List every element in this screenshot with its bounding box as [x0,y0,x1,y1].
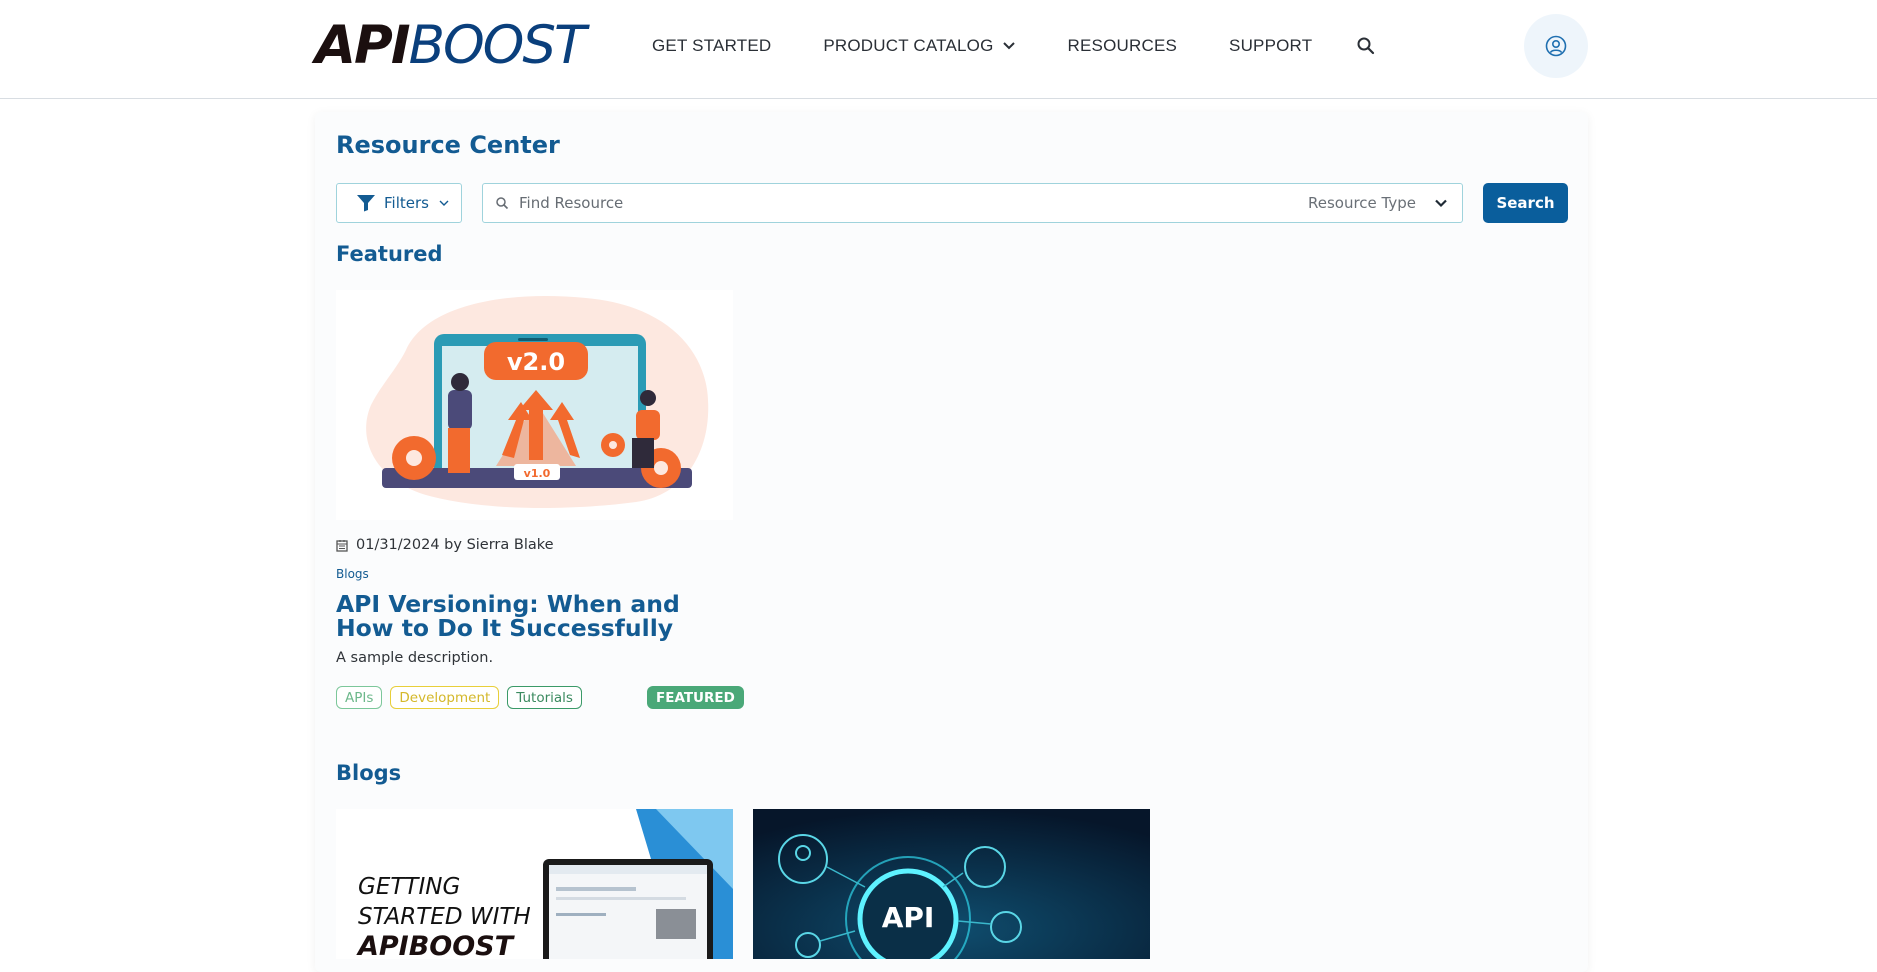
chevron-down-icon [1002,42,1015,50]
version-1-label: v1.0 [524,467,551,480]
image-text-getting: GETTING [358,874,460,900]
featured-article-description: A sample description. [336,650,494,666]
featured-badge: FEATURED [647,686,744,709]
featured-article-title[interactable]: API Versioning: When and How to Do It Su… [336,592,736,640]
nav-resources[interactable]: RESOURCES [1068,36,1178,56]
nav-label: RESOURCES [1067,36,1178,55]
blogs-heading: Blogs [336,761,402,785]
featured-meta: 01/31/2024 by Sierra Blake [336,537,554,553]
profile-button[interactable] [1524,14,1588,78]
nav-support[interactable]: SUPPORT [1229,36,1312,56]
tag-apis[interactable]: APIs [336,686,383,709]
blog-card-getting-started[interactable]: GETTING STARTED WITH APIBOOST [336,809,733,959]
main-nav: GET STARTED PRODUCT CATALOG RESOURCES SU… [652,36,1376,56]
featured-heading: Featured [336,242,443,266]
nav-label: GET STARTED [652,36,772,55]
logo-api-text: API [315,15,411,76]
blog-card-api[interactable]: API [753,809,1150,959]
chevron-down-icon [439,200,449,206]
api-network-image: API [753,809,1150,959]
tag-tutorials[interactable]: Tutorials [507,686,582,709]
category-link[interactable]: Blogs [336,567,369,581]
filter-icon [357,195,375,212]
image-text-apiboost: APIBOOST [356,931,516,959]
filters-button[interactable]: Filters [336,183,462,223]
date-author: 01/31/2024 by Sierra Blake [356,537,554,553]
user-circle-icon [1545,35,1567,57]
getting-started-image: GETTING STARTED WITH APIBOOST [336,809,733,959]
version-2-label: v2.0 [507,348,565,376]
filters-label: Filters [384,194,429,212]
search-button[interactable]: Search [1483,183,1568,223]
resource-type-select[interactable]: Resource Type [1308,184,1448,222]
nav-label: SUPPORT [1229,36,1313,55]
calendar-icon [336,539,348,552]
search-bar: Resource Type [482,183,1463,223]
tag-development[interactable]: Development [390,686,500,709]
search-input[interactable] [519,194,1299,212]
featured-article-image[interactable]: v2.0 v1.0 [336,290,733,520]
image-text-started-with: STARTED WITH [358,904,531,930]
logo-boost-text: BOOST [408,15,587,76]
resource-type-label: Resource Type [1307,194,1416,212]
image-text-api: API [882,901,935,934]
chevron-down-icon [1435,199,1447,207]
nav-label: PRODUCT CATALOG [823,36,994,55]
page-title: Resource Center [336,131,560,159]
nav-product-catalog[interactable]: PRODUCT CATALOG [823,36,1015,56]
search-icon [496,197,509,210]
site-header: API BOOST GET STARTED PRODUCT CATALOG RES… [0,0,1877,99]
tag-list: APIs Development Tutorials [336,686,590,709]
api-versioning-illustration: v2.0 v1.0 [366,295,709,508]
apiboost-logo[interactable]: API BOOST [315,15,587,76]
nav-get-started[interactable]: GET STARTED [652,36,771,56]
search-icon[interactable] [1356,36,1376,56]
